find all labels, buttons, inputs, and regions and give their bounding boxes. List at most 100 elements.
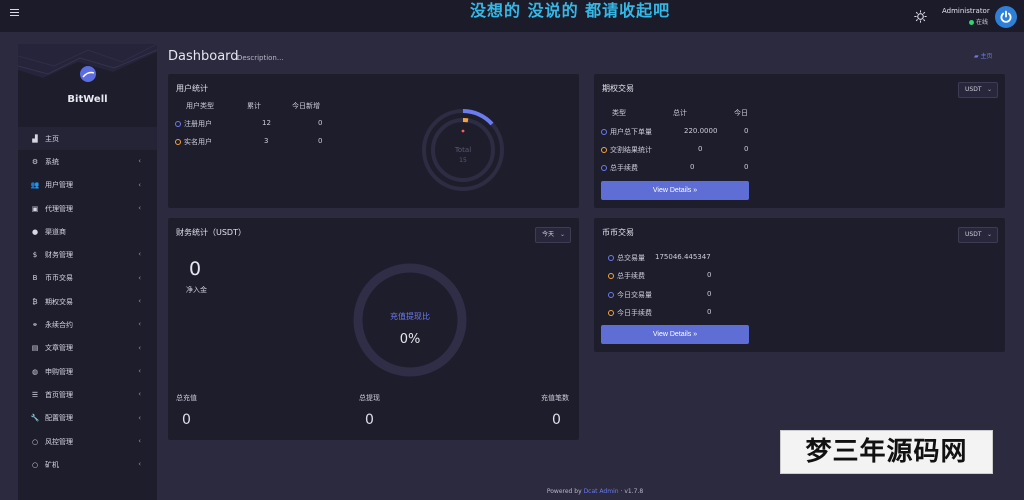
list-item: 总手续费 <box>608 271 645 281</box>
sidebar-item-label: 主页 <box>45 134 59 143</box>
sidebar-item-label: 首页管理 <box>45 390 73 399</box>
chevron-left-icon: ‹ <box>138 436 141 445</box>
chevron-left-icon: ‹ <box>138 157 141 166</box>
order-volume-total: 220.0000 <box>684 127 718 135</box>
table-row: 用户总下单量 <box>601 127 652 137</box>
verified-today: 0 <box>318 137 323 145</box>
verified-total: 3 <box>264 137 269 145</box>
donut-total-value: 15 <box>459 157 467 164</box>
user-stats-col-type: 用户类型 <box>186 102 214 110</box>
sidebar-item-label: 系统 <box>45 157 59 166</box>
sidebar-item-10[interactable]: ◍ 申购管理 ‹ <box>18 360 157 383</box>
bitcoin-icon: B <box>32 274 38 283</box>
total-withdraw-label: 总提现 <box>359 394 380 402</box>
legend-dot <box>601 165 607 171</box>
list-icon: ☰ <box>31 390 39 399</box>
donut-total-label: Total <box>454 146 471 154</box>
sidebar-item-11[interactable]: ☰ 首页管理 ‹ <box>18 383 157 406</box>
users-icon: 👥 <box>30 181 40 190</box>
card-title: 用户统计 <box>176 84 208 93</box>
breadcrumb-home[interactable]: 主页 <box>981 53 993 60</box>
legend-dot <box>601 129 607 135</box>
chevron-left-icon: ‹ <box>138 366 141 375</box>
user-stats-col-total: 累计 <box>247 102 261 110</box>
sidebar-item-8[interactable]: ⚭ 永续合约 ‹ <box>18 313 157 336</box>
total-volume-value: 175046.445347 <box>655 253 711 261</box>
chevron-left-icon: ‹ <box>138 460 141 469</box>
circle-outline-icon: ○ <box>31 460 39 469</box>
list-item: 今日交易量 <box>608 290 652 300</box>
order-volume-today: 0 <box>744 127 749 135</box>
chevron-left-icon: ‹ <box>138 203 141 212</box>
sidebar-item-4[interactable]: ● 渠道商 <box>18 220 157 243</box>
gauge-label: 充值提现比 <box>390 311 430 321</box>
registered-total: 12 <box>262 119 271 127</box>
sidebar-item-14[interactable]: ○ 矿机 ‹ <box>18 453 157 476</box>
legend-dot <box>175 121 181 127</box>
legend-dot <box>608 255 614 261</box>
options-view-details-button[interactable]: View Details » <box>601 181 749 200</box>
fee-today: 0 <box>744 163 749 171</box>
chevron-down-icon: ⌄ <box>986 86 992 93</box>
avatar[interactable] <box>995 6 1017 28</box>
today-volume-value: 0 <box>707 290 712 298</box>
spot-view-details-button[interactable]: View Details » <box>601 325 749 344</box>
sidebar-item-label: 文章管理 <box>45 344 73 353</box>
recharge-count-value: 0 <box>552 412 561 428</box>
chevron-left-icon: ‹ <box>138 273 141 282</box>
sidebar-item-12[interactable]: 🔧 配置管理 ‹ <box>18 407 157 430</box>
admin-name[interactable]: Administrator <box>942 7 990 15</box>
sidebar-item-6[interactable]: B 币币交易 ‹ <box>18 267 157 290</box>
power-icon <box>1000 10 1012 23</box>
table-row: 实名用户 <box>175 137 212 147</box>
options-col-type: 类型 <box>612 109 626 117</box>
currency-select[interactable]: USDT ⌄ <box>958 82 998 98</box>
sidebar-item-5[interactable]: $ 财务管理 ‹ <box>18 243 157 266</box>
brand-background <box>18 44 157 78</box>
chevron-left-icon: ‹ <box>138 390 141 399</box>
legend-dot <box>175 139 181 145</box>
sidebar-item-label: 财务管理 <box>45 251 73 260</box>
user-stats-col-today: 今日新增 <box>292 102 320 110</box>
sidebar-item-1[interactable]: ⚙ 系统 ‹ <box>18 150 157 173</box>
menu-icon[interactable] <box>10 9 19 18</box>
today-fee-value: 0 <box>707 308 712 316</box>
sidebar-item-label: 矿机 <box>45 460 59 469</box>
recharge-count-label: 充值笔数 <box>541 394 569 402</box>
fee-total: 0 <box>690 163 695 171</box>
sidebar-item-label: 用户管理 <box>45 181 73 190</box>
bitwell-logo-icon <box>80 66 96 82</box>
period-select[interactable]: 今天 ⌄ <box>535 227 571 243</box>
total-recharge-label: 总充值 <box>176 394 197 402</box>
total-recharge-value: 0 <box>182 412 191 428</box>
breadcrumb[interactable]: ▰ 主页 <box>974 51 993 60</box>
user-circle-icon: ● <box>31 227 39 236</box>
gear-icon: ⚙ <box>31 157 39 166</box>
options-col-today: 今日 <box>734 109 748 117</box>
chevron-left-icon: ‹ <box>138 320 141 329</box>
brand-name: BitWell <box>67 94 108 105</box>
legend-dot <box>608 273 614 279</box>
sidebar-item-2[interactable]: 👥 用户管理 ‹ <box>18 174 157 197</box>
sun-icon[interactable] <box>914 10 927 23</box>
card-title: 财务统计（USDT） <box>176 228 246 237</box>
sidebar-item-3[interactable]: ▣ 代理管理 ‹ <box>18 197 157 220</box>
header-slogan: 没想的 没说的 都请收起吧 <box>470 1 671 20</box>
options-trading-card: 期权交易 USDT ⌄ 类型 总计 今日 用户总下单量 220.0000 0 交割… <box>594 74 1005 208</box>
chevron-down-icon: ⌄ <box>986 231 992 238</box>
list-item: 今日手续费 <box>608 308 652 318</box>
chevron-left-icon: ‹ <box>138 413 141 422</box>
sidebar-item-9[interactable]: ▤ 文章管理 ‹ <box>18 337 157 360</box>
dcat-admin-link[interactable]: Dcat Admin <box>584 488 619 495</box>
bitcoin-small-icon: ₿ <box>32 297 38 306</box>
sidebar-item-13[interactable]: ○ 风控管理 ‹ <box>18 430 157 453</box>
currency-select[interactable]: USDT ⌄ <box>958 227 998 243</box>
card-title: 币币交易 <box>602 228 634 237</box>
page-title: Dashboard <box>168 49 239 64</box>
sidebar-item-7[interactable]: ₿ 期权交易 ‹ <box>18 290 157 313</box>
newspaper-icon: ▤ <box>31 344 39 353</box>
sidebar-item-label: 币币交易 <box>45 274 73 283</box>
page-description: Description... <box>237 54 284 62</box>
finance-stats-card: 财务统计（USDT） 今天 ⌄ 0 净入金 充值提现比 0% 总充值 0 总提现 … <box>168 218 579 440</box>
sidebar-item-0[interactable]: ▟ 主页 <box>18 127 157 151</box>
